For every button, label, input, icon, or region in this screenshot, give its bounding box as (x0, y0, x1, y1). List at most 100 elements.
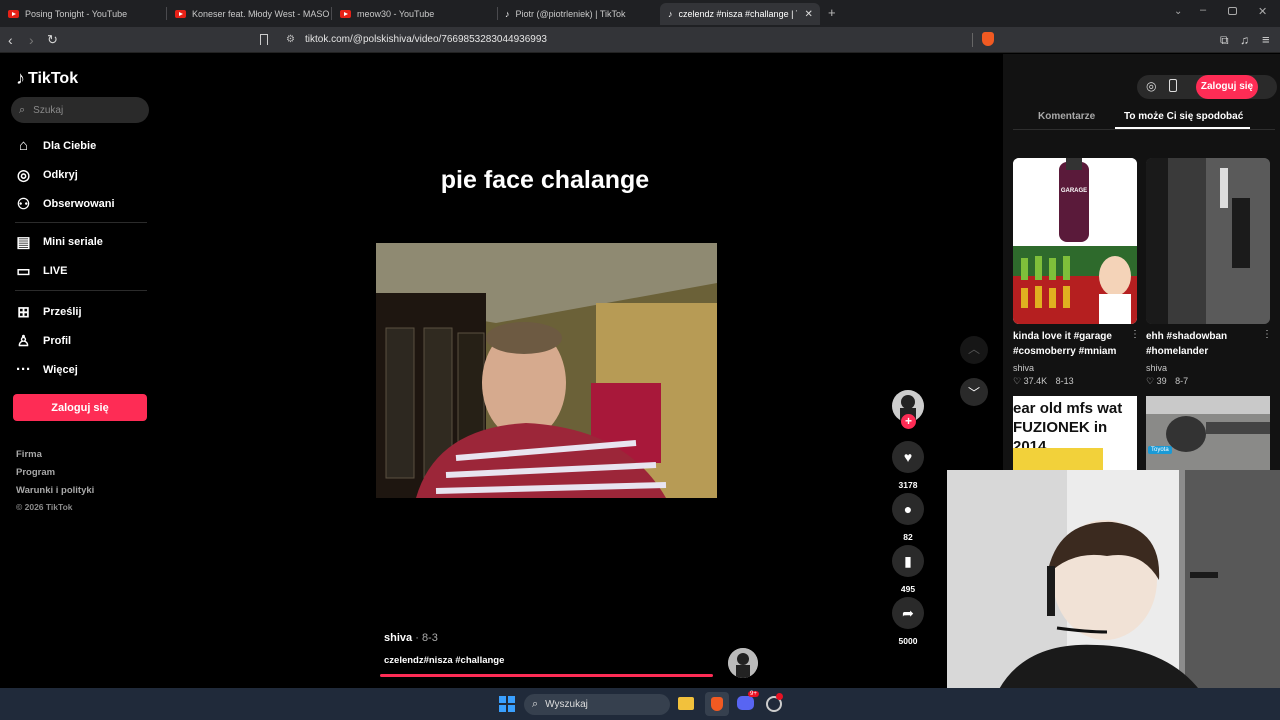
search-icon: ⌕ (19, 103, 26, 116)
recommended-video-stats: ♡ 39 8-7 (1146, 376, 1188, 387)
login-button[interactable]: Zaloguj się (13, 394, 147, 421)
next-video-icon[interactable]: ﹀ (960, 378, 988, 406)
minimize-icon[interactable]: – (1200, 4, 1206, 16)
like-count: 3178 (898, 480, 918, 490)
garage-thumbnail-image (1013, 158, 1137, 324)
video-date: 8-3 (421, 632, 438, 644)
comment-action[interactable]: ● 82 (892, 493, 924, 542)
start-icon[interactable] (499, 696, 515, 712)
sound-disc[interactable] (728, 648, 758, 678)
previous-video-icon[interactable]: ︿ (960, 336, 988, 364)
video-author-line: shiva · 8-3 (384, 632, 438, 644)
recommended-video-thumbnail[interactable]: Toyota (1146, 396, 1270, 470)
explore-icon[interactable]: ◎ (1146, 79, 1156, 93)
sidebar-item-mini-series[interactable]: ▤ Mini seriale (15, 233, 103, 251)
recommended-video-title[interactable]: ehh #shadowban #homelander (1146, 329, 1261, 359)
tab-title: Posing Tonight - YouTube (25, 9, 128, 19)
youtube-icon (8, 10, 19, 18)
sidebar-item-label: Dla Ciebie (43, 139, 97, 152)
recommended-video-thumbnail[interactable] (1146, 158, 1270, 324)
logo-text: TikTok (28, 69, 79, 87)
brave-icon (711, 697, 723, 711)
forward-icon[interactable]: › (29, 31, 34, 49)
browser-tab-active[interactable]: ♪ czelendz #nisza #challange | TikT ✕ (660, 3, 820, 25)
browser-tab[interactable]: Posing Tonight - YouTube (0, 3, 165, 25)
new-tab-icon[interactable]: + (828, 5, 836, 20)
login-button-label: Zaloguj się (1200, 81, 1254, 92)
close-tab-icon[interactable]: ✕ (805, 9, 813, 20)
youtube-icon (175, 10, 186, 18)
video-date: 8-7 (1175, 376, 1189, 386)
file-explorer-icon[interactable] (678, 697, 694, 710)
taskbar-search-input[interactable]: ⌕ Wyszukaj (524, 694, 670, 715)
like-action[interactable]: ♥ 3178 (892, 441, 924, 490)
address-bar[interactable]: ⚙ tiktok.com/@polskishiva/video/76698532… (280, 30, 1000, 50)
sidebar-item-live[interactable]: ▭ LIVE (15, 262, 67, 280)
brave-taskbar-button[interactable] (705, 692, 729, 716)
save-action[interactable]: ▮ 495 (892, 545, 924, 594)
sidebar-item-upload[interactable]: ⊞ Prześlij (15, 303, 82, 321)
recommended-video-thumbnail[interactable]: ear old mfs wat FUZIONEK in 2014 (1013, 396, 1137, 470)
tiktok-icon: ♪ (668, 9, 673, 19)
footer-link-company[interactable]: Firma (16, 449, 42, 460)
sidebar-item-label: Mini seriale (43, 236, 103, 248)
sidebar-item-more[interactable]: ··· Więcej (15, 361, 78, 378)
menu-icon[interactable]: ≡ (1262, 31, 1270, 49)
video-stage: pie face chalange + ♥ 3178 ● 82 ▮ 495 ➦ … (165, 54, 1003, 688)
follow-button[interactable]: + (901, 414, 916, 429)
search-input[interactable]: ⌕ Szukaj (11, 97, 149, 123)
sidebar-item-for-you[interactable]: ⌂ Dla Ciebie (15, 137, 96, 154)
login-button-label: Zaloguj się (51, 401, 109, 414)
phone-icon[interactable] (1169, 79, 1177, 92)
sidebar-item-label: LIVE (43, 265, 68, 277)
comment-icon[interactable]: ● (892, 493, 924, 525)
tab-recommended[interactable]: To może Ci się spodobać (1124, 111, 1243, 122)
discord-icon[interactable] (737, 696, 754, 710)
footer-link-program[interactable]: Program (16, 467, 55, 478)
sidebar-item-following[interactable]: ⚇ Obserwowani (15, 195, 115, 213)
browser-tab[interactable]: meow30 - YouTube (332, 3, 496, 25)
login-button-top[interactable]: Zaloguj się (1196, 75, 1258, 99)
recommended-video-author[interactable]: shiva (1013, 363, 1034, 373)
media-icon[interactable]: ♫ (1240, 31, 1249, 49)
tab-comments[interactable]: Komentarze (1038, 111, 1095, 122)
maximize-icon[interactable] (1228, 7, 1237, 15)
recommended-video-thumbnail[interactable]: GARAGE (1013, 158, 1137, 324)
close-window-icon[interactable]: ✕ (1258, 5, 1267, 18)
bookmark-icon[interactable] (260, 34, 268, 45)
bookmark-icon[interactable]: ▮ (892, 545, 924, 577)
back-icon[interactable]: ‹ (8, 31, 13, 49)
video-author[interactable]: shiva (384, 632, 412, 644)
share-action[interactable]: ➦ 5000 (892, 597, 924, 646)
thumbnail-label: ear old mfs wat FUZIONEK in 2014 (1013, 400, 1123, 455)
divider (15, 290, 147, 291)
chevron-down-icon[interactable]: ⌄ (1174, 6, 1182, 17)
extensions-icon[interactable]: ⧉ (1220, 31, 1229, 49)
more-options-icon[interactable]: ⋮ (1262, 329, 1272, 340)
more-options-icon[interactable]: ⋮ (1130, 329, 1140, 340)
browser-tab[interactable]: ♪ Piotr (@piotrleniek) | TikTok (497, 3, 659, 25)
plus-box-icon: ⊞ (17, 304, 30, 321)
reload-icon[interactable]: ↻ (47, 31, 58, 49)
video-caption-overlay: pie face chalange (440, 166, 650, 194)
user-follow-icon: ⚇ (16, 196, 31, 213)
recommended-video-title[interactable]: kinda love it #garage #cosmoberry #mniam (1013, 329, 1128, 359)
thumbnail-label: GARAGE (1060, 188, 1088, 194)
car-thumbnail-image (1146, 396, 1270, 470)
tiktok-logo[interactable]: ♪ TikTok (16, 68, 78, 89)
heart-icon[interactable]: ♥ (892, 441, 924, 473)
recommended-video-author[interactable]: shiva (1146, 363, 1167, 373)
sidebar-item-label: Prześlij (43, 306, 82, 318)
video-player[interactable] (376, 243, 717, 498)
sidebar-item-profile[interactable]: ♙ Profil (15, 332, 71, 350)
site-settings-icon[interactable]: ⚙ (286, 30, 295, 50)
brave-shield-icon[interactable] (982, 32, 994, 46)
toolbar-divider (972, 33, 973, 47)
browser-tab[interactable]: Koneser feat. Młody West - MASON (167, 3, 330, 25)
tab-divider (1013, 129, 1275, 130)
sidebar-item-explore[interactable]: ◎ Odkryj (15, 166, 78, 184)
footer-link-terms[interactable]: Warunki i polityki (16, 485, 94, 496)
share-icon[interactable]: ➦ (892, 597, 924, 629)
video-progress-bar[interactable] (380, 674, 713, 677)
sound-disc-image (728, 648, 758, 678)
